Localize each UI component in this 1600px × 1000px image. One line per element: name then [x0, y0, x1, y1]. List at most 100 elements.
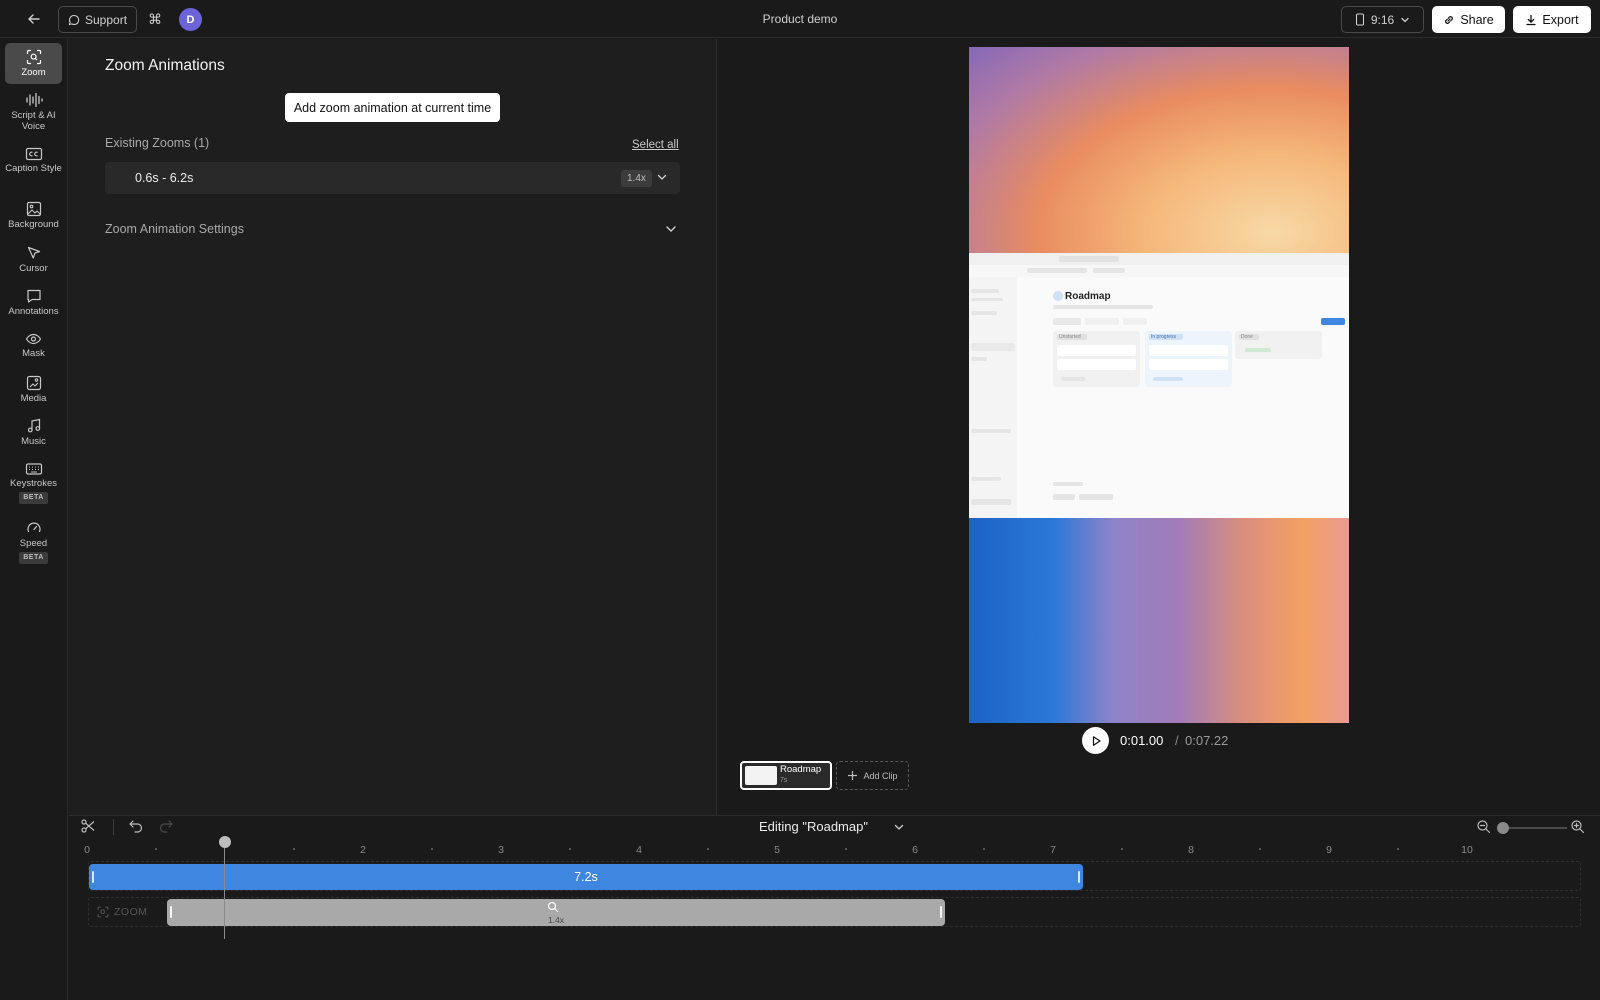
rail-item-label: Cursor: [19, 263, 48, 274]
zoom-settings-panel: [69, 39, 717, 815]
arrow-left-icon: [28, 14, 40, 24]
kanban-column-label: Unstarted: [1059, 334, 1081, 340]
rail-item-mask[interactable]: Mask: [5, 332, 62, 362]
kanban-column-label: Done: [1241, 334, 1253, 340]
rail-item-caption-style[interactable]: Caption Style: [5, 147, 62, 189]
tick-label: 4: [636, 844, 642, 856]
tick-mark: [1121, 848, 1123, 850]
rail-item-speed[interactable]: Speed BETA: [5, 520, 62, 564]
speedometer-icon: [26, 522, 41, 533]
zoom-list-item[interactable]: 0.6s - 6.2s 1.4x: [105, 162, 680, 194]
rail-item-label: Background: [8, 219, 59, 230]
music-icon: [27, 418, 40, 433]
plus-icon: [848, 771, 858, 780]
zoom-in-icon[interactable]: [1570, 819, 1585, 834]
slider-knob[interactable]: [1497, 822, 1509, 834]
aspect-ratio-dropdown[interactable]: 9:16: [1341, 6, 1424, 33]
tick-label: 9: [1326, 844, 1332, 856]
share-label: Share: [1460, 12, 1494, 27]
existing-zooms-heading: Existing Zooms (1): [105, 136, 210, 150]
tick-label: 7: [1050, 844, 1056, 856]
tool-rail: Zoom Script & AI Voice Caption Style Bac…: [0, 39, 68, 1000]
command-menu-button[interactable]: ⌘: [144, 8, 166, 30]
zoom-animation-settings-toggle[interactable]: Zoom Animation Settings: [105, 222, 244, 236]
zoom-icon: [97, 906, 109, 918]
rail-item-media[interactable]: Media: [5, 375, 62, 405]
undo-button[interactable]: [128, 818, 148, 838]
rail-item-label: Music: [21, 436, 46, 447]
select-all-link[interactable]: Select all: [632, 139, 679, 151]
chevron-down-icon[interactable]: [664, 222, 678, 236]
background-gradient-top: [969, 47, 1349, 253]
waveform-icon: [25, 92, 43, 108]
rail-item-label: Mask: [22, 348, 45, 359]
add-clip-button[interactable]: Add Clip: [836, 761, 909, 790]
zoom-segment[interactable]: 1.4x: [167, 899, 945, 926]
add-zoom-animation-button[interactable]: Add zoom animation at current time: [285, 93, 500, 122]
chevron-down-icon[interactable]: [656, 171, 668, 183]
phone-icon: [1355, 13, 1364, 26]
editing-clip-label[interactable]: Editing "Roadmap": [759, 819, 868, 834]
trim-handle-right[interactable]: [1078, 871, 1080, 883]
chat-bubble-icon: [68, 14, 80, 25]
kanban-column-label: In progress: [1151, 334, 1177, 340]
link-icon: [1445, 15, 1454, 24]
tick-mark: [431, 848, 433, 850]
zoom-track-label: ZOOM: [97, 906, 148, 918]
zoom-out-icon[interactable]: [1476, 819, 1491, 834]
eye-icon: [25, 333, 42, 345]
rail-item-annotations[interactable]: Annotations: [5, 288, 62, 318]
tick-mark: [1259, 848, 1261, 850]
tick-mark: [155, 848, 157, 850]
download-icon: [1526, 14, 1537, 25]
chevron-down-icon[interactable]: [893, 821, 905, 833]
rail-item-cursor[interactable]: Cursor: [5, 245, 62, 275]
back-button[interactable]: [22, 9, 46, 29]
avatar-initial: D: [186, 13, 195, 26]
beta-badge: BETA: [19, 551, 48, 564]
rail-item-keystrokes[interactable]: Keystrokes BETA: [5, 462, 62, 506]
tick-mark: [1397, 848, 1399, 850]
redo-button[interactable]: [158, 818, 178, 838]
zoom-scale-badge: 1.4x: [621, 170, 652, 187]
play-button[interactable]: [1082, 727, 1109, 754]
keyboard-icon: [25, 463, 42, 475]
tick-label: 0: [84, 844, 90, 856]
total-time: 0:07.22: [1185, 733, 1229, 748]
rail-item-label: Zoom: [21, 67, 46, 78]
share-button[interactable]: Share: [1432, 6, 1505, 33]
zoom-scale-label: 1.4x: [547, 915, 565, 925]
timeline-zoom-slider[interactable]: [1497, 821, 1567, 835]
tick-label: 5: [774, 844, 780, 856]
rail-item-background[interactable]: Background: [5, 201, 62, 231]
tick-label: 3: [498, 844, 504, 856]
avatar[interactable]: D: [179, 8, 202, 31]
command-icon: ⌘: [148, 10, 162, 27]
rail-item-label: Speed: [19, 538, 48, 549]
time-separator: /: [1175, 733, 1179, 748]
split-button[interactable]: [80, 818, 100, 838]
clip-timeline-bar[interactable]: 7.2s: [89, 864, 1083, 890]
rail-item-label: Script & AI Voice: [11, 110, 56, 132]
tick-mark: [707, 848, 709, 850]
rail-item-label: Media: [20, 393, 47, 404]
zoom-range-label: 0.6s - 6.2s: [135, 171, 194, 185]
tick-mark: [293, 848, 295, 850]
rail-item-script-ai-voice[interactable]: Script & AI Voice: [5, 92, 62, 134]
add-clip-label: Add Clip: [863, 770, 898, 781]
rail-item-music[interactable]: Music: [5, 418, 62, 448]
playhead-handle[interactable]: [219, 836, 231, 848]
tick-label: 6: [912, 844, 918, 856]
background-gradient-bottom: [969, 518, 1349, 723]
beta-badge: BETA: [19, 491, 48, 504]
support-button[interactable]: Support: [58, 6, 138, 33]
zoom-handle-right[interactable]: [940, 906, 942, 918]
video-preview[interactable]: Roadmap Unstarted In progress Done: [969, 47, 1349, 723]
rail-item-zoom[interactable]: Zoom: [5, 43, 62, 84]
export-button[interactable]: Export: [1513, 6, 1591, 33]
magnifier-icon: [547, 901, 559, 913]
current-time: 0:01.00: [1120, 733, 1164, 748]
chevron-down-icon: [1401, 17, 1409, 22]
project-title[interactable]: Product demo: [700, 12, 900, 26]
clip-card[interactable]: Roadmap 7s: [740, 761, 832, 790]
